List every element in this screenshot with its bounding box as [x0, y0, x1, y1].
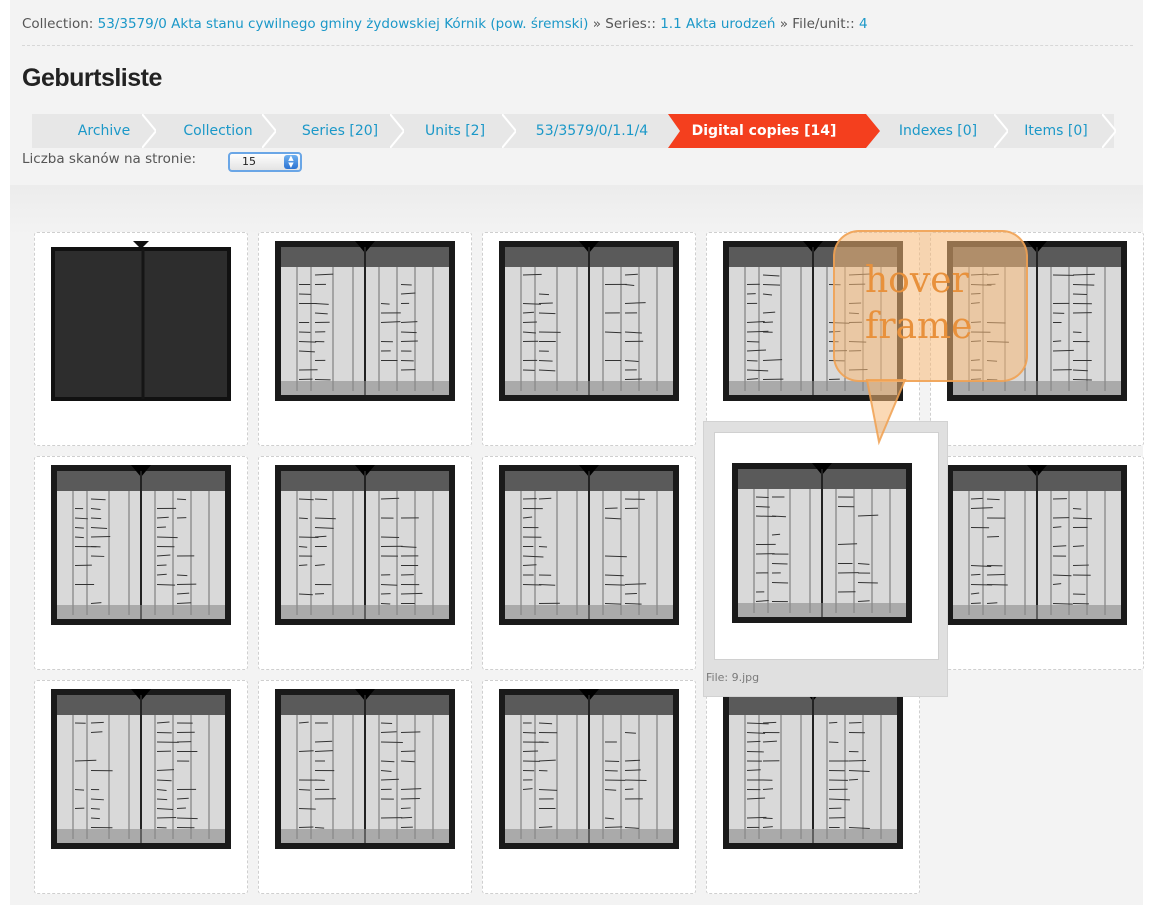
- scan-thumbnail[interactable]: [51, 689, 231, 849]
- thumbnail-card[interactable]: [34, 680, 248, 894]
- scan-thumbnail[interactable]: [499, 689, 679, 849]
- tab-bar: Archive Collection Series [20] Units [2]…: [32, 114, 1116, 148]
- scan-thumbnail[interactable]: [947, 465, 1127, 625]
- scan-thumbnail[interactable]: [732, 463, 912, 623]
- page: Collection: 53/3579/0 Akta stanu cywilne…: [10, 0, 1144, 905]
- tab-separator: [994, 114, 1008, 148]
- tab-label: Items [0]: [1024, 123, 1088, 139]
- scan-thumbnail[interactable]: [723, 689, 903, 849]
- breadcrumb-prefix: Collection:: [22, 16, 98, 32]
- thumbnail-card[interactable]: [482, 456, 696, 670]
- scan-thumbnail[interactable]: [275, 689, 455, 849]
- thumbnail-card[interactable]: [706, 680, 920, 894]
- thumbnail-card[interactable]: [34, 456, 248, 670]
- tab-separator: [262, 114, 276, 148]
- scan-thumbnail[interactable]: [275, 241, 455, 401]
- hover-thumbnail-card[interactable]: [714, 432, 939, 660]
- tab-separator: [1102, 114, 1116, 148]
- gallery-header-band: [10, 185, 1143, 235]
- scan-thumbnail[interactable]: [51, 241, 231, 401]
- tab-label: Collection: [183, 123, 253, 139]
- per-page-value: 15: [242, 155, 256, 168]
- file-label: File: 9.jpg: [706, 671, 760, 684]
- tab-separator: [502, 114, 516, 148]
- breadcrumb-collection-link[interactable]: 53/3579/0 Akta stanu cywilnego gminy żyd…: [98, 16, 589, 32]
- tab-separator: [390, 114, 404, 148]
- scan-thumbnail[interactable]: [51, 465, 231, 625]
- breadcrumb-separator: » Series::: [588, 16, 661, 32]
- scan-thumbnail[interactable]: [499, 241, 679, 401]
- tab-label: Series [20]: [301, 123, 379, 139]
- breadcrumb-unit-link[interactable]: 4: [859, 16, 868, 32]
- thumbnail-card[interactable]: [258, 232, 472, 446]
- breadcrumb-series-link[interactable]: 1.1 Akta urodzeń: [660, 16, 775, 32]
- divider: [22, 45, 1133, 46]
- hover-frame[interactable]: File: 9.jpg: [703, 421, 948, 697]
- callout-tail: [865, 379, 907, 446]
- thumbnail-card[interactable]: [482, 232, 696, 446]
- thumbnail-card[interactable]: [930, 456, 1144, 670]
- thumbnail-card[interactable]: [34, 232, 248, 446]
- tab-separator: [142, 114, 156, 148]
- tab-label: Archive: [77, 123, 131, 139]
- tab-label: 53/3579/0/1.1/4: [535, 123, 649, 139]
- thumbnail-card[interactable]: [482, 680, 696, 894]
- breadcrumb: Collection: 53/3579/0 Akta stanu cywilne…: [22, 16, 868, 32]
- scan-thumbnail[interactable]: [499, 465, 679, 625]
- tab-label: Digital copies [14]: [691, 123, 837, 139]
- callout-text: hover frame: [865, 260, 973, 347]
- thumbnail-card[interactable]: [258, 456, 472, 670]
- page-title: Geburtsliste: [22, 64, 162, 92]
- tab-label: Units [2]: [424, 123, 486, 139]
- callout-bubble: hover frame: [833, 230, 1028, 382]
- breadcrumb-separator: » File/unit::: [775, 16, 859, 32]
- per-page-select[interactable]: 15 ▲ ▼: [228, 152, 302, 172]
- tab-label: Indexes [0]: [898, 123, 978, 139]
- chevron-up-down-icon: ▲ ▼: [284, 155, 298, 169]
- scan-thumbnail[interactable]: [275, 465, 455, 625]
- per-page-label: Liczba skanów na stronie:: [22, 151, 197, 167]
- thumbnail-card[interactable]: [258, 680, 472, 894]
